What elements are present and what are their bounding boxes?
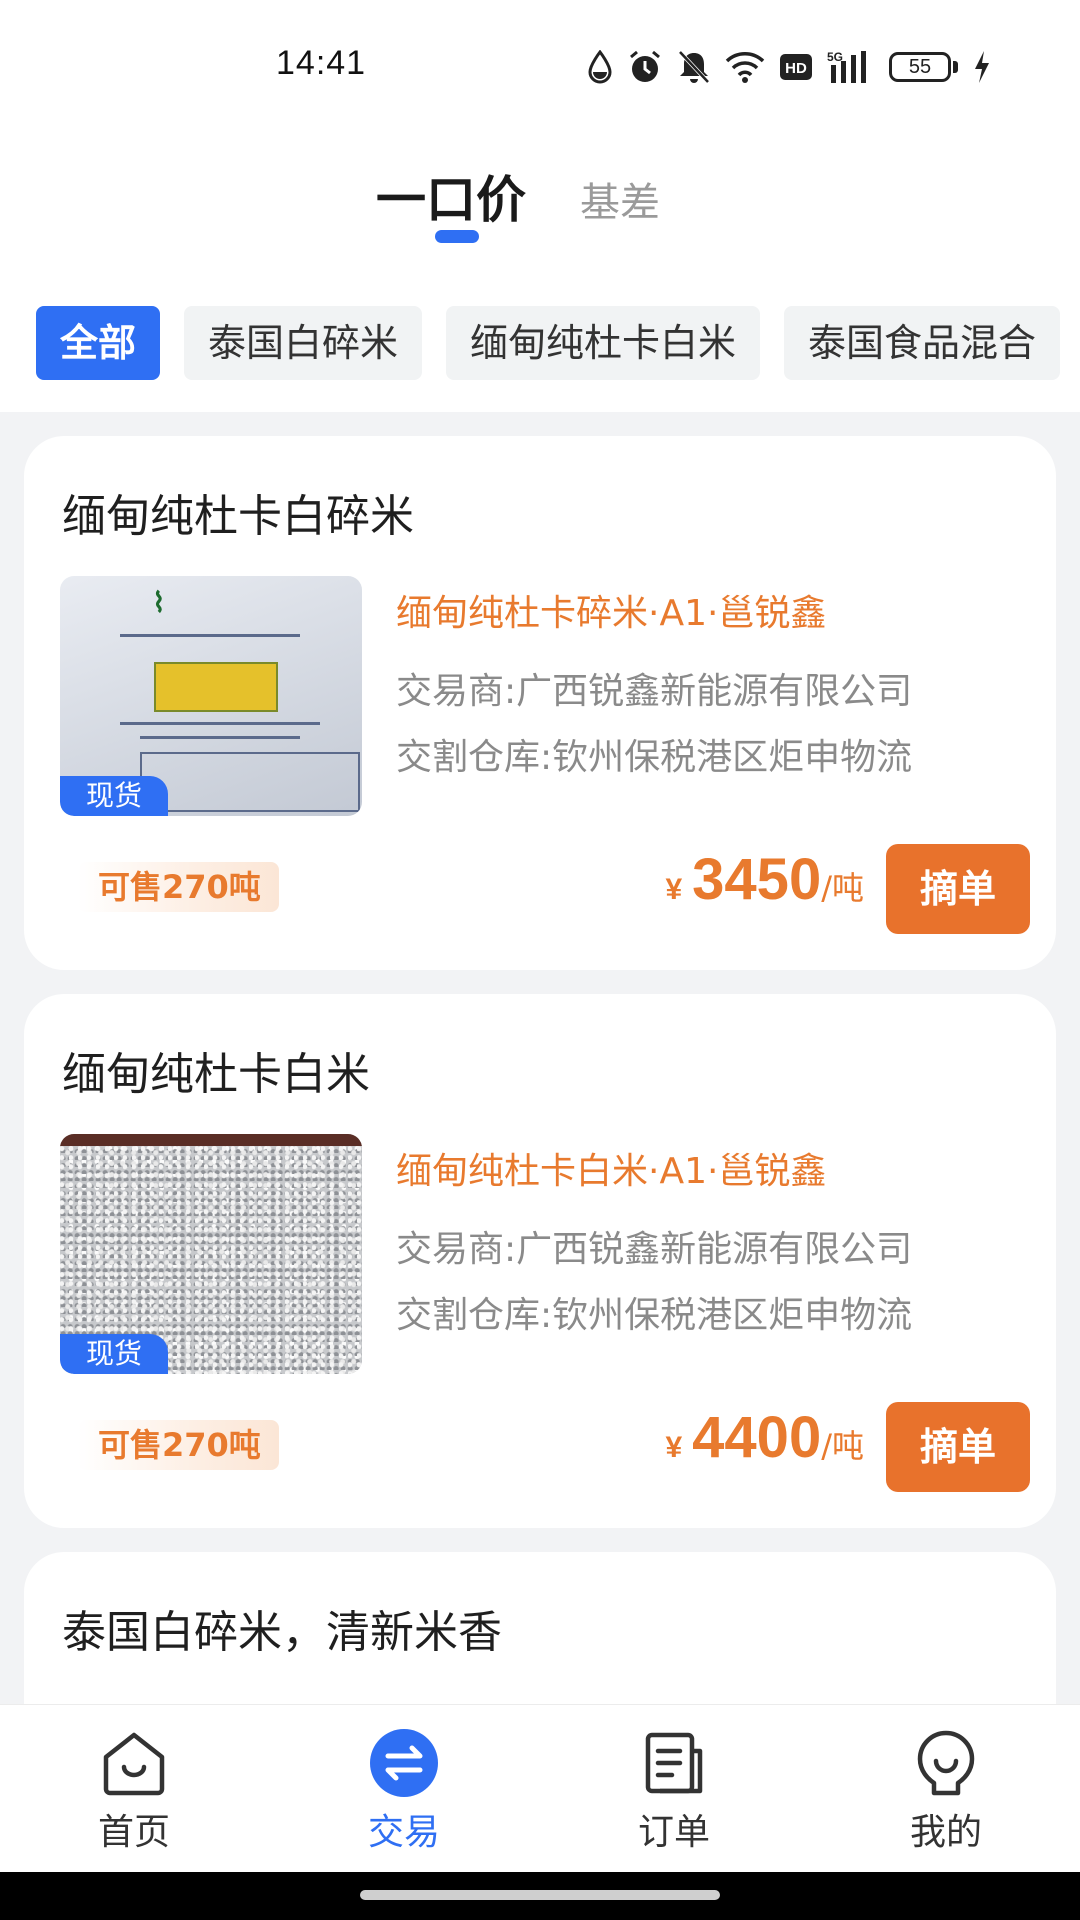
warehouse-info: 交割仓库:钦州保税港区炬申物流 (396, 737, 913, 778)
mute-bell-icon (678, 50, 710, 84)
warehouse-info: 交割仓库:钦州保税港区炬申物流 (396, 1295, 913, 1336)
spot-badge: 现货 (60, 1334, 168, 1374)
take-order-button[interactable]: 摘单 (886, 844, 1030, 934)
price: ¥ 3450 /吨 (665, 846, 864, 926)
listing-card[interactable]: 缅甸纯杜卡白碎米 ⌇ 现货 缅甸纯杜卡碎米·A1·邕锐鑫 交易商:广西锐鑫新能源… (24, 436, 1056, 970)
filter-chip-myanmar-rice[interactable]: 缅甸纯杜卡白米 (446, 306, 761, 380)
take-order-button[interactable]: 摘单 (886, 1402, 1030, 1492)
bottom-tab-bar: 首页 交易 订单 我的 (0, 1704, 1080, 1872)
tab-label: 首页 (97, 1812, 170, 1853)
tab-trade[interactable]: 交易 (334, 1727, 474, 1855)
5g-signal-icon: 5G (827, 50, 866, 83)
filter-chip-thai-mixed[interactable]: 泰国食品混合 (784, 306, 1061, 380)
hd-icon: HD (780, 54, 812, 80)
listing-title: 缅甸纯杜卡白米 (62, 1049, 370, 1100)
bag-brand-logo: ⌇ (152, 586, 166, 619)
currency-symbol: ¥ (665, 1431, 683, 1464)
listing-title: 缅甸纯杜卡白碎米 (62, 491, 414, 542)
tab-profile[interactable]: 我的 (876, 1727, 1016, 1855)
home-icon (103, 1732, 165, 1796)
category-filter: 全部 泰国白碎米 缅甸纯杜卡白米 泰国食品混合 (36, 306, 1061, 380)
active-tab-indicator (435, 230, 479, 243)
svg-text:HD: HD (785, 60, 807, 77)
stock-available: 可售270吨 (78, 1420, 279, 1470)
charging-icon (975, 51, 989, 83)
stock-available: 可售270吨 (78, 862, 279, 912)
filter-chip-all[interactable]: 全部 (36, 306, 161, 380)
profile-icon (917, 1730, 975, 1796)
svg-text:5G: 5G (827, 50, 843, 64)
spot-badge: 现货 (60, 776, 168, 816)
trader-info: 交易商:广西锐鑫新能源有限公司 (396, 1229, 913, 1270)
tab-label: 交易 (367, 1812, 440, 1853)
price-unit: /吨 (821, 1427, 864, 1465)
price-unit: /吨 (821, 869, 864, 907)
battery-level: 55 (889, 52, 951, 82)
product-name: 缅甸纯杜卡碎米·A1·邕锐鑫 (396, 593, 827, 634)
water-drop-icon (588, 50, 612, 84)
price-value: 3450 (692, 847, 822, 912)
home-indicator[interactable] (360, 1890, 720, 1900)
filter-chip-thai-broken-rice[interactable]: 泰国白碎米 (184, 306, 423, 380)
main-tabs: 一口价 基差 (0, 160, 1080, 250)
listing-card[interactable]: 缅甸纯杜卡白米 现货 缅甸纯杜卡白米·A1·邕锐鑫 交易商:广西锐鑫新能源有限公… (24, 994, 1056, 1528)
price-value: 4400 (692, 1405, 822, 1470)
tab-label: 订单 (637, 1812, 710, 1853)
currency-symbol: ¥ (665, 873, 683, 906)
price: ¥ 4400 /吨 (665, 1404, 864, 1484)
product-image: ⌇ 现货 (60, 576, 362, 816)
alarm-icon (630, 50, 660, 82)
status-time: 14:41 (276, 44, 367, 82)
tab-fixed-price[interactable]: 一口价 (376, 160, 526, 232)
tab-label: 我的 (909, 1812, 982, 1853)
status-icons: HD 5G 55 (587, 42, 992, 92)
tab-home[interactable]: 首页 (64, 1727, 204, 1855)
trader-info: 交易商:广西锐鑫新能源有限公司 (396, 671, 913, 712)
gesture-bar (0, 1872, 1080, 1920)
status-bar: 14:41 HD 5G 55 (0, 0, 1080, 130)
tab-basis[interactable]: 基差 (580, 170, 660, 228)
listing-title: 泰国白碎米，清新米香 (62, 1607, 502, 1658)
wifi-icon (725, 52, 765, 83)
tab-orders[interactable]: 订单 (604, 1727, 744, 1855)
exchange-icon (370, 1729, 438, 1797)
product-image: 现货 (60, 1134, 362, 1374)
battery-icon: 55 (889, 52, 958, 82)
product-name: 缅甸纯杜卡白米·A1·邕锐鑫 (396, 1151, 827, 1192)
document-icon (645, 1732, 703, 1794)
